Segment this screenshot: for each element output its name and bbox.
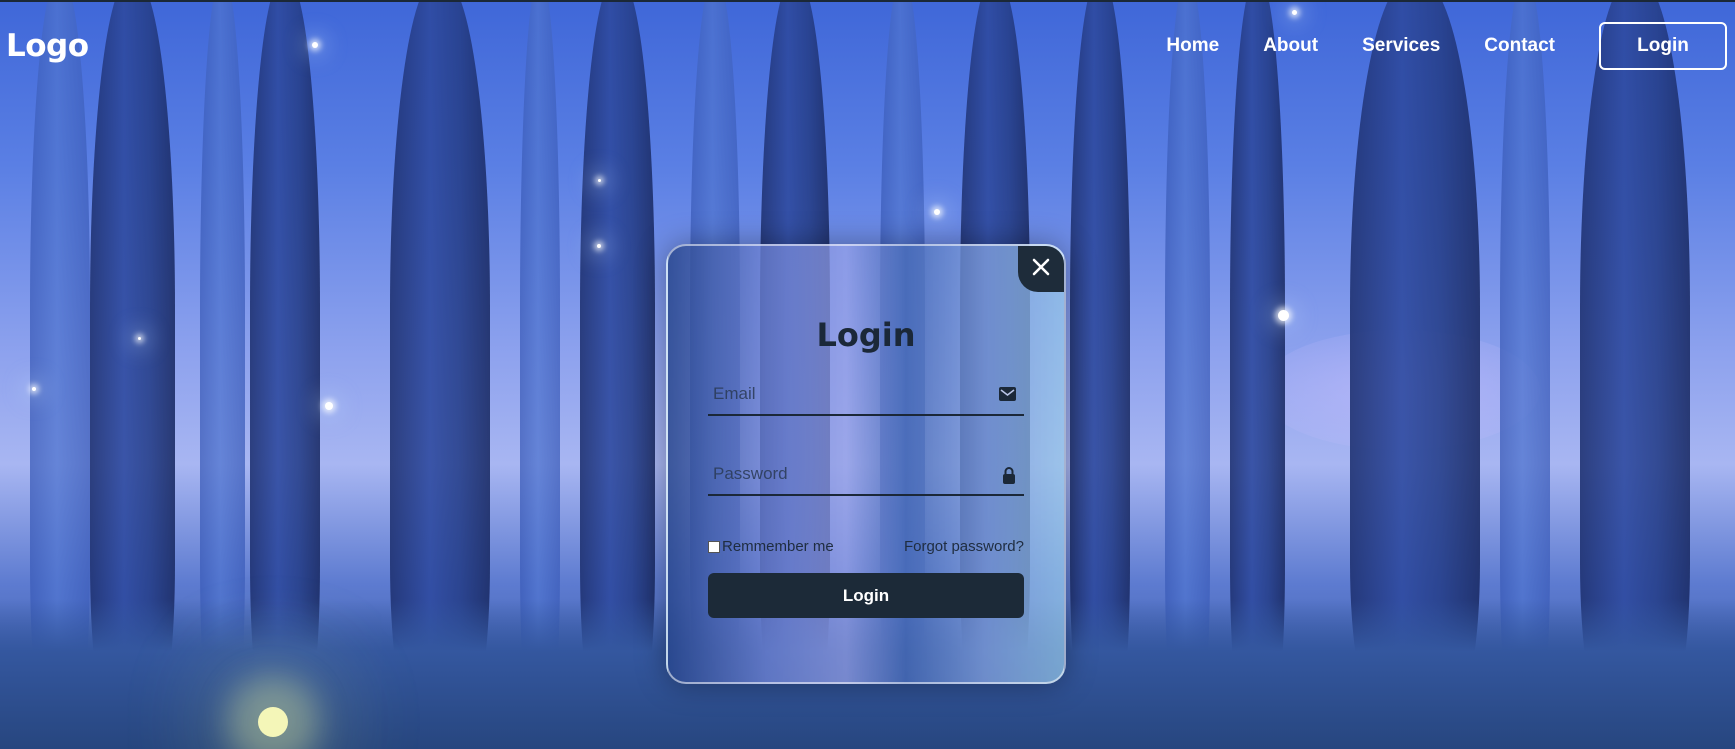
- nav-link-contact[interactable]: Contact: [1484, 35, 1555, 57]
- forgot-password-link[interactable]: Forgot password?: [904, 538, 1024, 555]
- nav-link-about[interactable]: About: [1263, 35, 1318, 57]
- email-field[interactable]: Email: [708, 374, 1024, 416]
- firefly: [934, 209, 940, 215]
- firefly: [598, 179, 601, 182]
- login-title: Login: [816, 316, 916, 354]
- password-placeholder: Password: [713, 464, 788, 483]
- firefly: [1278, 310, 1289, 321]
- lock-icon: [1002, 466, 1016, 488]
- nav-link-services[interactable]: Services: [1362, 35, 1440, 57]
- nav-login-button[interactable]: Login: [1599, 22, 1727, 70]
- logo[interactable]: Logo: [6, 28, 89, 64]
- email-placeholder: Email: [713, 384, 756, 403]
- firefly: [32, 387, 36, 391]
- firefly: [138, 337, 141, 340]
- main-nav: Home About Services Contact Login: [1166, 22, 1727, 70]
- remember-me: Remmember me: [708, 538, 834, 555]
- login-modal: Login Email Password Remmember me Forgot…: [666, 244, 1066, 684]
- firefly-large: [258, 707, 288, 737]
- close-button[interactable]: [1018, 246, 1064, 292]
- password-field[interactable]: Password: [708, 454, 1024, 496]
- remember-label[interactable]: Remmember me: [722, 538, 834, 555]
- close-icon: [1031, 257, 1051, 281]
- remember-checkbox[interactable]: [708, 540, 720, 553]
- mail-icon: [999, 386, 1016, 405]
- firefly: [325, 402, 333, 410]
- firefly: [597, 244, 601, 248]
- top-navbar: Logo Home About Services Contact Login: [0, 0, 1735, 95]
- nav-link-home[interactable]: Home: [1166, 35, 1219, 57]
- login-submit-button[interactable]: Login: [708, 573, 1024, 618]
